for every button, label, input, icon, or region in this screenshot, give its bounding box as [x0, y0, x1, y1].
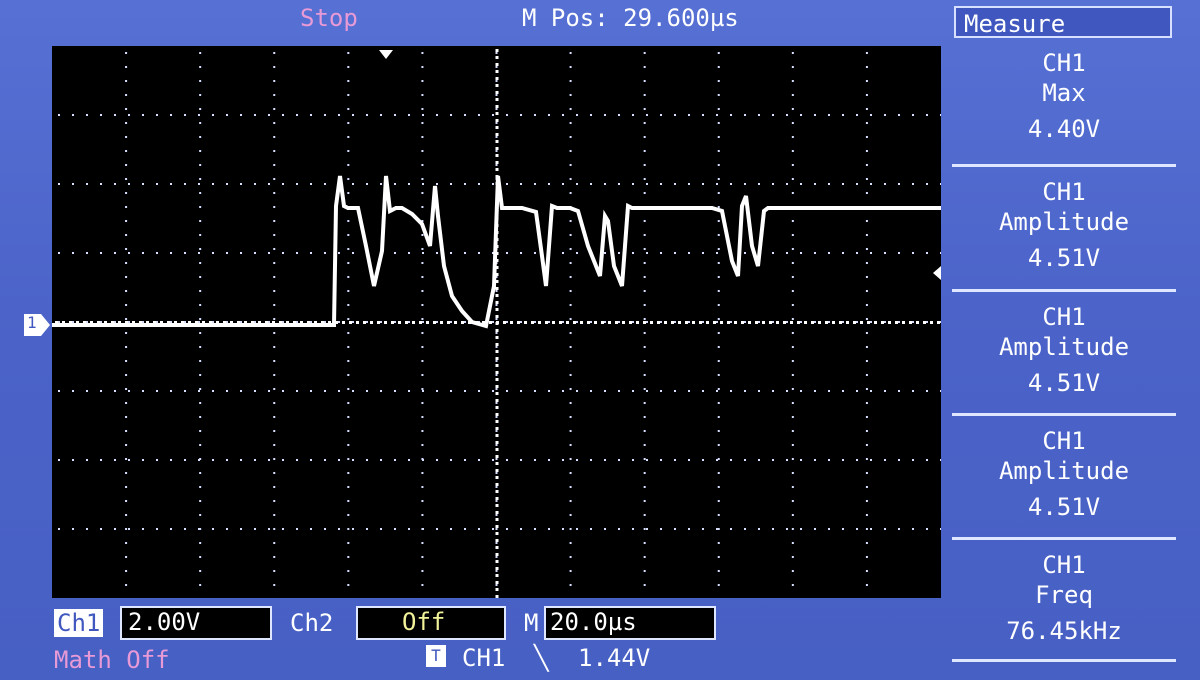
ch1-label[interactable]: Ch1 [54, 609, 104, 637]
run-stop-status: Stop [300, 4, 358, 32]
measure-type: Amplitude [998, 457, 1130, 485]
measure-channel: CH1 [1042, 427, 1086, 455]
measure-value: 4.51V [1027, 369, 1101, 397]
measure-type: Amplitude [998, 333, 1130, 361]
measure-channel: CH1 [1042, 303, 1086, 331]
ch2-state[interactable]: Off [356, 606, 506, 640]
math-status: Math Off [54, 646, 170, 674]
measure-slot-2[interactable]: CH1 Amplitude 4.51V [952, 164, 1176, 289]
measure-type: Max [1042, 79, 1086, 107]
trigger-source: CH1 [462, 644, 506, 672]
measure-slot-5[interactable]: CH1 Freq 76.45kHz [952, 537, 1176, 662]
measure-channel: CH1 [1042, 49, 1086, 77]
measure-value: 4.40V [1027, 115, 1101, 143]
oscilloscope-screen: Stop M Pos: 29.600µs 1 Measure CH1 Max 4… [0, 0, 1200, 680]
measure-value: 76.45kHz [1006, 617, 1122, 645]
measure-type: Amplitude [998, 208, 1130, 236]
trigger-level: 1.44V [578, 644, 651, 672]
horizontal-position: M Pos: 29.600µs [522, 4, 739, 32]
waveform-display [52, 46, 941, 598]
timebase-label: M [524, 609, 539, 637]
trigger-icon: T [426, 645, 446, 667]
measure-value: 4.51V [1027, 493, 1101, 521]
timebase-value[interactable]: 20.0µs [544, 606, 716, 640]
ch1-ground-label: 1 [27, 313, 37, 332]
measure-slot-4[interactable]: CH1 Amplitude 4.51V [952, 413, 1176, 538]
ch2-label[interactable]: Ch2 [290, 609, 333, 637]
measure-type: Freq [1035, 581, 1093, 609]
measure-slot-3[interactable]: CH1 Amplitude 4.51V [952, 289, 1176, 414]
measure-slot-1[interactable]: CH1 Max 4.40V [952, 48, 1176, 168]
trigger-slope-icon: ╲ [534, 644, 549, 672]
measure-channel: CH1 [1042, 551, 1086, 579]
ch1-scale[interactable]: 2.00V [120, 606, 272, 640]
measure-channel: CH1 [1042, 178, 1086, 206]
measure-value: 4.51V [1027, 244, 1101, 272]
menu-title[interactable]: Measure [954, 6, 1172, 38]
